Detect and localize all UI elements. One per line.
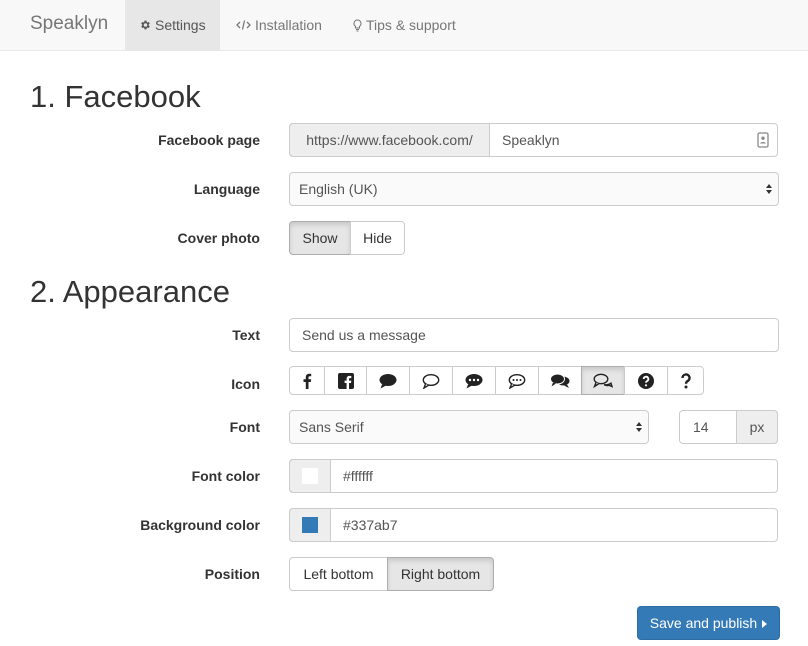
tab-settings[interactable]: Settings xyxy=(125,0,220,50)
position-toggle: Left bottom Right bottom xyxy=(289,557,494,591)
text-label: Text xyxy=(232,327,260,343)
position-left-bottom-button[interactable]: Left bottom xyxy=(289,557,388,591)
icon-option-comments-outline[interactable] xyxy=(581,366,625,395)
icon-option-question-circle[interactable] xyxy=(624,366,668,395)
caret-right-icon xyxy=(762,615,768,631)
icon-picker xyxy=(289,366,704,395)
background-color-swatch-button[interactable] xyxy=(289,508,331,542)
font-size-unit: px xyxy=(736,410,778,444)
font-color-input[interactable]: #ffffff xyxy=(343,460,373,492)
font-color-label: Font color xyxy=(191,468,260,484)
contact-card-icon xyxy=(757,132,769,151)
facebook-page-input[interactable]: Speaklyn xyxy=(502,124,560,156)
icon-option-comment[interactable] xyxy=(366,366,410,395)
question-icon xyxy=(680,372,691,389)
facebook-f-icon xyxy=(302,373,312,389)
code-icon xyxy=(236,19,251,31)
select-arrows-icon xyxy=(635,419,643,435)
icon-option-comments[interactable] xyxy=(538,366,582,395)
comment-icon xyxy=(379,373,397,389)
icon-option-comment-outline[interactable] xyxy=(409,366,453,395)
tab-installation[interactable]: Installation xyxy=(222,0,336,50)
facebook-page-label: Facebook page xyxy=(158,132,260,148)
font-color-input-group: #ffffff xyxy=(289,459,778,493)
facebook-square-icon xyxy=(337,372,354,389)
comments-outline-icon xyxy=(593,373,613,389)
background-color-swatch xyxy=(302,517,318,533)
lightbulb-icon xyxy=(353,18,362,32)
text-input-value: Send us a message xyxy=(302,327,426,343)
tab-tips-support[interactable]: Tips & support xyxy=(339,0,470,50)
position-right-bottom-button[interactable]: Right bottom xyxy=(387,557,494,591)
language-select[interactable]: English (UK) xyxy=(289,172,779,206)
section-title-facebook: 1. Facebook xyxy=(30,79,201,114)
font-selected-value: Sans Serif xyxy=(299,419,364,435)
select-arrows-icon xyxy=(765,181,773,197)
font-size-input[interactable]: 14 xyxy=(693,411,709,443)
gear-icon xyxy=(139,19,151,31)
navbar: Speaklyn Settings Installation Tips & su… xyxy=(0,0,808,51)
text-input[interactable]: Send us a message xyxy=(289,318,779,352)
commenting-outline-icon xyxy=(508,373,526,389)
font-color-swatch xyxy=(302,468,318,484)
cover-show-button[interactable]: Show xyxy=(289,221,351,255)
tab-installation-label: Installation xyxy=(255,17,322,33)
cover-hide-button[interactable]: Hide xyxy=(350,221,405,255)
save-and-publish-button[interactable]: Save and publish xyxy=(637,606,780,640)
comments-icon xyxy=(550,373,570,389)
comment-outline-icon xyxy=(422,373,440,389)
section-title-appearance: 2. Appearance xyxy=(30,274,230,309)
icon-option-question[interactable] xyxy=(667,366,704,395)
facebook-url-prefix: https://www.facebook.com/ xyxy=(289,123,490,157)
brand-name[interactable]: Speaklyn xyxy=(30,13,108,35)
icon-option-facebook-f[interactable] xyxy=(289,366,325,395)
language-selected-value: English (UK) xyxy=(299,181,378,197)
question-circle-icon xyxy=(638,372,654,389)
background-color-input-group: #337ab7 xyxy=(289,508,778,542)
save-button-label: Save and publish xyxy=(649,615,758,631)
icon-label: Icon xyxy=(231,376,260,392)
font-size-input-group: 14 px xyxy=(679,410,778,444)
cover-photo-label: Cover photo xyxy=(177,230,260,246)
icon-option-commenting[interactable] xyxy=(452,366,496,395)
font-label: Font xyxy=(229,419,260,435)
font-select[interactable]: Sans Serif xyxy=(289,410,649,444)
facebook-page-input-group: https://www.facebook.com/ Speaklyn xyxy=(289,123,778,157)
position-label: Position xyxy=(204,566,260,582)
background-color-label: Background color xyxy=(140,517,260,533)
background-color-input[interactable]: #337ab7 xyxy=(343,509,398,541)
language-label: Language xyxy=(193,181,260,197)
icon-option-facebook-square[interactable] xyxy=(324,366,367,395)
tab-settings-label: Settings xyxy=(155,17,206,33)
icon-option-commenting-outline[interactable] xyxy=(495,366,539,395)
cover-photo-toggle: Show Hide xyxy=(289,221,405,255)
tab-tips-label: Tips & support xyxy=(366,17,456,33)
font-color-swatch-button[interactable] xyxy=(289,459,331,493)
commenting-icon xyxy=(465,373,483,389)
